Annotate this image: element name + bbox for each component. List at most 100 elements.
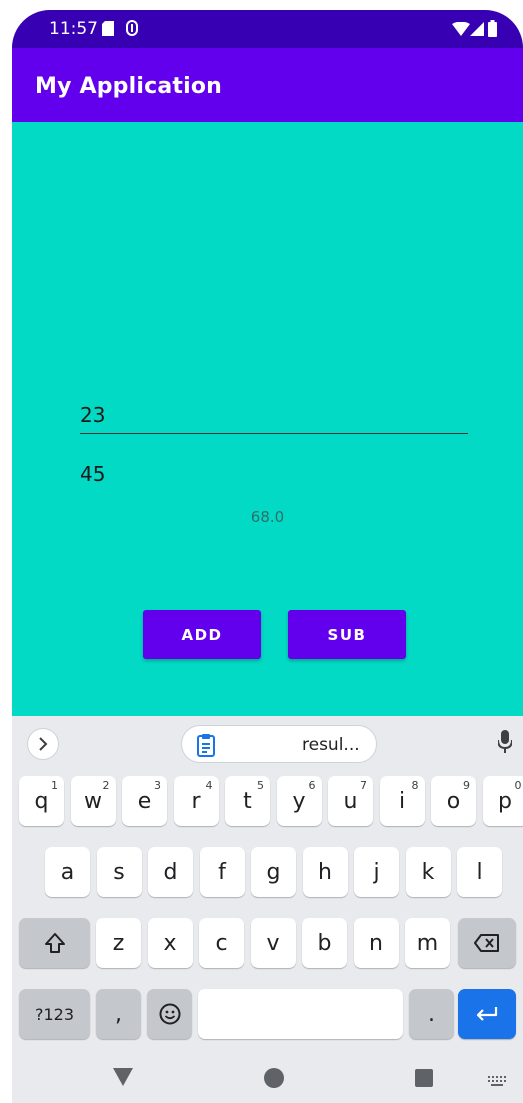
key-label: p	[498, 788, 512, 814]
key-number-hint: 4	[205, 779, 213, 792]
key-label: t	[243, 788, 252, 814]
space-key[interactable]	[198, 989, 403, 1039]
battery-icon	[488, 20, 497, 42]
key-label: n	[369, 930, 383, 956]
key-label: e	[137, 788, 152, 814]
key-label: v	[266, 930, 280, 956]
backspace-icon	[474, 934, 499, 952]
emoji-key[interactable]	[147, 989, 192, 1039]
key-number-hint: 5	[257, 779, 264, 792]
key-p[interactable]: p0	[482, 776, 523, 826]
key-z[interactable]: z	[96, 918, 141, 968]
key-label: j	[373, 859, 380, 885]
key-label: w	[84, 788, 102, 814]
key-label: s	[113, 859, 125, 885]
key-x[interactable]: x	[147, 918, 193, 968]
expand-toolbar-button[interactable]	[27, 728, 59, 760]
enter-key[interactable]	[458, 989, 516, 1039]
key-label: ,	[115, 1001, 122, 1027]
soft-keyboard: resul... q1w2e3r4t5y6u7i8o9p0asdfghjklzx…	[12, 716, 523, 1103]
key-r[interactable]: r4	[173, 776, 219, 826]
key-j[interactable]: j	[354, 847, 399, 897]
key-label: m	[416, 930, 439, 956]
sub-button[interactable]: SUB	[288, 610, 406, 659]
key-c[interactable]: c	[199, 918, 244, 968]
key-label: g	[266, 859, 281, 885]
key-d[interactable]: d	[148, 847, 193, 897]
navigation-bar	[12, 1054, 523, 1103]
key-i[interactable]: i8	[379, 776, 425, 826]
key-number-hint: 0	[514, 779, 522, 792]
key-label: o	[446, 788, 461, 814]
key-label: q	[34, 788, 49, 814]
result-text: 68.0	[250, 508, 285, 526]
key-label: f	[218, 859, 226, 885]
key-label: .	[428, 1001, 435, 1027]
key-m[interactable]: m	[405, 918, 450, 968]
key-label: d	[163, 859, 178, 885]
key-s[interactable]: s	[96, 847, 142, 897]
key-l[interactable]: l	[457, 847, 502, 897]
shift-key[interactable]	[19, 918, 90, 968]
key-number-hint: 1	[51, 779, 58, 792]
key-number-hint: 6	[308, 779, 316, 792]
keyboard-switch-icon[interactable]	[488, 1073, 506, 1091]
key-y[interactable]: y6	[276, 776, 322, 826]
key-label: b	[317, 930, 332, 956]
key-v[interactable]: v	[250, 918, 296, 968]
key-number-hint: 3	[154, 779, 161, 792]
key-u[interactable]: u7	[328, 776, 373, 826]
comma-key[interactable]: ,	[96, 989, 141, 1039]
key-label: r	[191, 788, 201, 814]
status-bar: 11:57	[12, 10, 523, 48]
key-o[interactable]: o9	[431, 776, 476, 826]
key-label: y	[292, 788, 306, 814]
recents-icon[interactable]	[415, 1069, 433, 1092]
app-bar: My Application	[12, 48, 523, 122]
chevron-right-icon	[39, 737, 48, 751]
keyboard-toolbar: resul...	[12, 716, 523, 768]
key-w[interactable]: w2	[70, 776, 116, 826]
symbols-key[interactable]: ?123	[19, 989, 90, 1039]
key-t[interactable]: t5	[225, 776, 270, 826]
key-label: u	[343, 788, 358, 814]
shift-icon	[44, 933, 65, 953]
main-content: 68.0 ADD SUB	[12, 122, 523, 716]
clipboard-suggestion-chip[interactable]: resul...	[181, 725, 377, 763]
signal-icon	[470, 22, 484, 41]
back-icon[interactable]	[113, 1068, 133, 1091]
key-label: i	[398, 788, 406, 814]
mic-icon[interactable]	[497, 730, 513, 759]
key-number-hint: 7	[360, 779, 367, 792]
key-label: h	[318, 859, 332, 885]
key-g[interactable]: g	[251, 847, 296, 897]
suggestion-text: resul...	[302, 735, 360, 755]
clipboard-icon	[196, 733, 216, 762]
key-b[interactable]: b	[302, 918, 347, 968]
home-icon[interactable]	[264, 1068, 284, 1093]
key-k[interactable]: k	[405, 847, 451, 897]
sd-card-icon	[102, 21, 114, 41]
key-f[interactable]: f	[199, 847, 245, 897]
sync-icon	[125, 19, 139, 42]
wifi-icon	[452, 21, 470, 41]
period-key[interactable]: .	[409, 989, 454, 1039]
device-screen: 11:57 My Application 68.0 ADD SUB	[12, 10, 523, 1103]
key-number-hint: 8	[411, 779, 419, 792]
key-h[interactable]: h	[302, 847, 348, 897]
key-label: ?123	[34, 1004, 75, 1024]
key-e[interactable]: e3	[122, 776, 167, 826]
enter-icon	[476, 1007, 498, 1021]
first-number-input[interactable]	[80, 397, 468, 434]
key-n[interactable]: n	[353, 918, 399, 968]
add-button[interactable]: ADD	[143, 610, 261, 659]
key-number-hint: 9	[463, 779, 470, 792]
key-a[interactable]: a	[45, 847, 90, 897]
key-q[interactable]: q1	[19, 776, 64, 826]
emoji-icon	[159, 1003, 180, 1025]
key-label: k	[421, 859, 435, 885]
backspace-key[interactable]	[458, 918, 516, 968]
second-number-input[interactable]	[80, 456, 468, 492]
key-label: l	[476, 859, 483, 885]
key-number-hint: 2	[102, 779, 110, 792]
